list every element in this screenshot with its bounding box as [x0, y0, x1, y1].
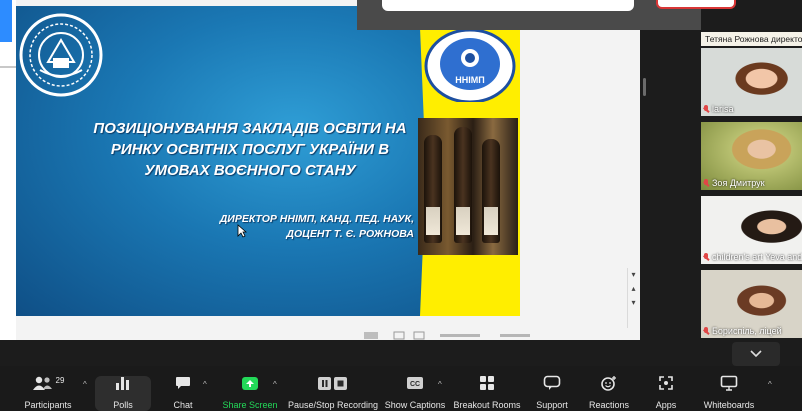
slide-title-line-1: ПОЗИЦІОНУВАННЯ ЗАКЛАДІВ ОСВІТИ НА — [93, 120, 407, 137]
polls-label: Polls — [113, 400, 133, 410]
polls-button[interactable]: Polls — [95, 366, 151, 411]
whiteboards-options-caret[interactable]: ^ — [768, 380, 772, 389]
apps-label: Apps — [655, 400, 677, 410]
video-tile[interactable]: larisa — [701, 48, 802, 116]
video-tile[interactable]: Бориспіль, ліцей — [701, 270, 802, 338]
bottle — [424, 135, 442, 243]
chevron-down-icon — [750, 350, 762, 358]
breakout-label: Breakout Rooms — [453, 400, 521, 410]
shared-screen-scrollbar[interactable]: ▾ ▴ ▾ — [627, 268, 639, 328]
recording-label: Pause/Stop Recording — [288, 400, 379, 410]
bottle — [454, 127, 472, 243]
chat-bubble-icon — [176, 376, 190, 389]
left-window-strip — [0, 0, 16, 340]
breakout-rooms-button[interactable]: Breakout Rooms — [452, 366, 522, 411]
apps-icon — [659, 376, 673, 390]
reactions-button[interactable]: Reactions — [586, 366, 632, 411]
popup-input-field[interactable] — [382, 0, 634, 11]
captions-options-caret[interactable]: ^ — [438, 380, 442, 389]
university-logo-icon — [19, 13, 103, 97]
share-screen-label: Share Screen — [222, 400, 278, 410]
chat-button[interactable]: Chat — [163, 366, 203, 411]
participants-options-caret[interactable]: ^ — [83, 380, 87, 389]
top-participant-name: Тетяна Рожнова директо — [701, 32, 802, 46]
slide-author: ДИРЕКТОР ННІМП, КАНД. ПЕД. НАУК, ДОЦЕНТ … — [200, 212, 414, 242]
mic-muted-icon — [703, 252, 710, 262]
gallery-collapse-button[interactable] — [732, 342, 780, 366]
whiteboard-icon — [720, 375, 738, 391]
scroll-up-icon[interactable]: ▴ — [628, 282, 639, 296]
nnimp-logo-icon: ННІМП — [424, 28, 516, 102]
slide-author-line-1: ДИРЕКТОР ННІМП, КАНД. ПЕД. НАУК, — [219, 213, 414, 225]
pause-stop-recording-button[interactable]: Pause/Stop Recording — [288, 366, 378, 411]
tile-name-label: Бориспіль, ліцей — [703, 326, 782, 336]
grid-icon — [480, 376, 494, 390]
chat-label: Chat — [173, 400, 193, 410]
tile-name-label: larisa — [703, 104, 734, 114]
share-screen-options-caret[interactable]: ^ — [273, 380, 277, 389]
panel-divider — [640, 30, 700, 342]
support-icon — [543, 375, 561, 390]
cc-icon: CC — [407, 377, 423, 389]
whiteboards-button[interactable]: Whiteboards — [700, 366, 758, 411]
slide-photo-bottles — [418, 118, 518, 255]
whiteboards-label: Whiteboards — [703, 400, 755, 410]
share-up-arrow-icon — [242, 376, 258, 390]
cc-badge-text: CC — [410, 381, 420, 388]
share-screen-button[interactable]: Share Screen — [222, 366, 278, 411]
chat-options-caret[interactable]: ^ — [203, 380, 207, 389]
nnimp-logo-text: ННІМП — [455, 75, 484, 85]
mic-muted-icon — [703, 104, 710, 114]
bar-chart-icon — [116, 377, 129, 390]
pause-stop-icon — [318, 376, 347, 390]
bottle — [482, 139, 500, 243]
show-captions-button[interactable]: CC Show Captions — [384, 366, 446, 411]
reactions-label: Reactions — [588, 400, 630, 410]
tile-name-label: Зоя Дмитрук — [703, 178, 765, 188]
left-blue-bar — [0, 0, 12, 42]
people-icon — [32, 376, 52, 390]
scroll-down-icon[interactable]: ▾ — [628, 268, 639, 282]
video-tile[interactable]: Зоя Дмитрук — [701, 122, 802, 190]
slide-author-line-2: ДОЦЕНТ Т. Є. РОЖНОВА — [286, 228, 414, 240]
slide-title-line-2: РИНКУ ОСВІТНІХ ПОСЛУГ УКРАЇНИ В — [110, 141, 390, 158]
participants-button[interactable]: 29 Participants — [18, 366, 78, 411]
support-button[interactable]: Support — [530, 366, 574, 411]
tile-name-label: children's art Yeva and — [703, 252, 802, 262]
emoji-plus-icon — [601, 376, 616, 391]
scroll-down-icon[interactable]: ▾ — [628, 296, 639, 310]
resize-handle[interactable] — [643, 78, 646, 96]
presentation-status-bar — [364, 331, 530, 340]
popup-button[interactable] — [656, 0, 736, 9]
participants-label: Participants — [24, 400, 72, 410]
support-label: Support — [536, 400, 568, 410]
mic-muted-icon — [703, 178, 710, 188]
mic-muted-icon — [703, 326, 710, 336]
video-tile[interactable]: children's art Yeva and — [701, 196, 802, 264]
slide-title-line-3: УМОВАХ ВОЄННОГО СТАНУ — [144, 162, 356, 179]
participants-count: 29 — [55, 375, 65, 385]
slide-title: ПОЗИЦІОНУВАННЯ ЗАКЛАДІВ ОСВІТИ НА РИНКУ … — [84, 118, 416, 181]
left-divider-line — [0, 66, 16, 68]
mouse-cursor-icon — [237, 224, 247, 238]
apps-button[interactable]: Apps — [648, 366, 684, 411]
captions-label: Show Captions — [384, 400, 446, 410]
